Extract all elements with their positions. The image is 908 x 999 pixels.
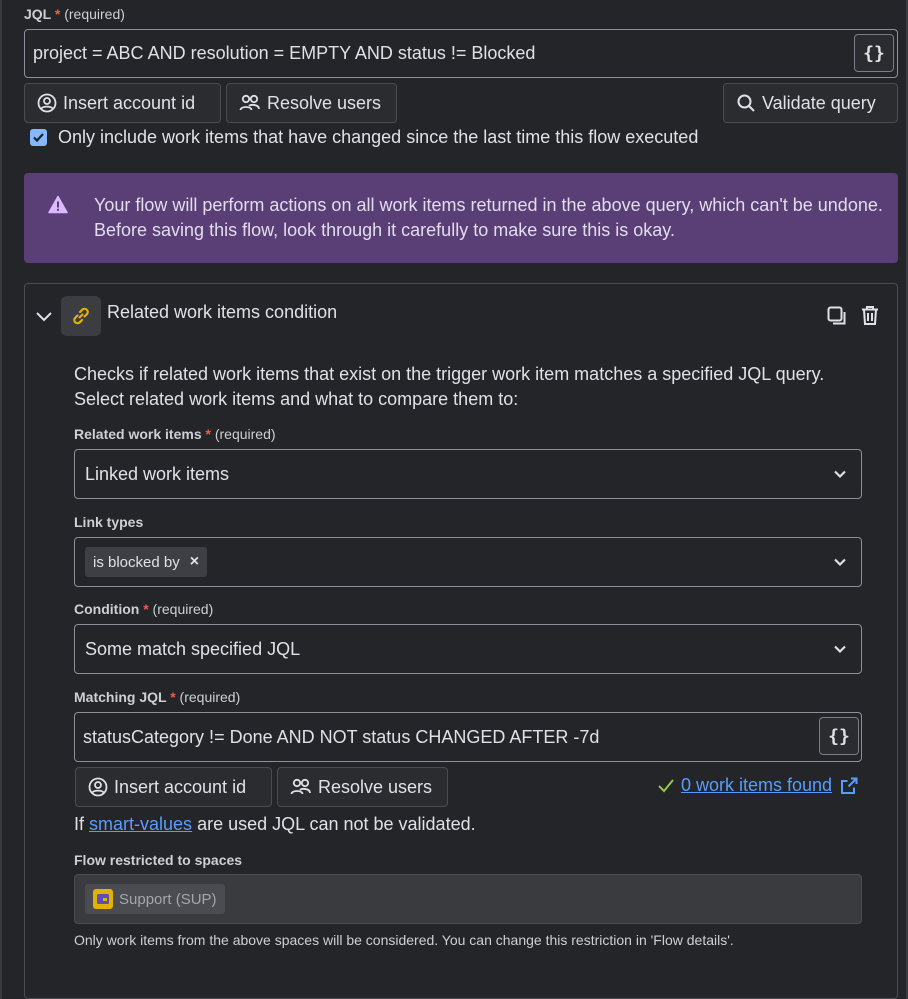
insert-account-id-label: Insert account id	[114, 776, 247, 797]
jql-input[interactable]: project = ABC AND resolution = EMPTY AND…	[24, 29, 898, 78]
chevron-down-icon[interactable]	[35, 309, 53, 323]
braces-icon: {}	[828, 725, 850, 747]
search-icon	[737, 94, 755, 112]
changed-since-checkbox[interactable]	[30, 129, 47, 146]
resolve-users-label: Resolve users	[267, 92, 382, 113]
matching-jql-value: statusCategory != Done AND NOT status CH…	[83, 726, 600, 747]
warning-banner: Your flow will perform actions on all wo…	[24, 173, 898, 263]
smart-values-link[interactable]: smart-values	[89, 814, 192, 834]
check-icon	[658, 778, 674, 792]
matching-jql-input[interactable]: statusCategory != Done AND NOT status CH…	[74, 712, 862, 762]
link-type-tag: is blocked by ×	[85, 547, 208, 577]
copy-icon[interactable]	[827, 306, 847, 326]
link-type-tag-label: is blocked by	[93, 553, 180, 571]
work-items-found: 0 work items found	[657, 775, 858, 796]
space-tag-label: Support (SUP)	[119, 890, 217, 908]
insert-account-id-button[interactable]: Insert account id	[24, 83, 221, 123]
link-icon-tile	[61, 296, 101, 336]
validate-query-button[interactable]: Validate query	[723, 83, 898, 123]
user-circle-icon	[37, 93, 57, 113]
check-icon	[33, 133, 44, 143]
flow-editor-panel: JQL * (required) project = ABC AND resol…	[0, 0, 908, 999]
resolve-users-button[interactable]: Resolve users	[226, 83, 397, 123]
link-types-select[interactable]: is blocked by ×	[74, 537, 862, 587]
condition-value: Some match specified JQL	[85, 638, 301, 659]
chevron-down-icon	[834, 470, 846, 479]
link-icon	[73, 307, 89, 325]
warning-text: Your flow will perform actions on all wo…	[94, 195, 883, 240]
user-circle-icon	[88, 777, 108, 797]
braces-icon: {}	[863, 42, 885, 64]
chevron-down-icon	[834, 645, 846, 654]
jql-input-value: project = ABC AND resolution = EMPTY AND…	[33, 43, 536, 63]
condition-resolve-users-button[interactable]: Resolve users	[277, 767, 448, 807]
jql-format-button[interactable]: {}	[854, 34, 894, 72]
work-items-found-link[interactable]: 0 work items found	[681, 775, 832, 796]
condition-title: Related work items condition	[107, 302, 338, 322]
space-avatar-icon	[93, 889, 113, 909]
condition-insert-account-id-button[interactable]: Insert account id	[75, 767, 272, 807]
remove-tag-icon[interactable]: ×	[190, 553, 199, 571]
external-link-icon[interactable]	[840, 777, 858, 795]
matching-jql-label: Matching JQL * (required)	[74, 689, 241, 705]
flow-restricted-label: Flow restricted to spaces	[74, 852, 243, 868]
chevron-down-icon	[834, 558, 846, 567]
insert-account-id-label: Insert account id	[63, 92, 196, 113]
validate-query-label: Validate query	[762, 92, 876, 113]
restricted-spaces-note: Only work items from the above spaces wi…	[74, 932, 734, 948]
condition-label: Condition * (required)	[74, 601, 214, 617]
related-work-items-value: Linked work items	[85, 463, 230, 484]
warning-icon	[48, 195, 68, 214]
resolve-users-label: Resolve users	[318, 776, 433, 797]
users-icon	[290, 778, 311, 795]
related-work-items-label: Related work items * (required)	[74, 426, 276, 442]
jql-label: JQL * (required)	[24, 6, 125, 22]
space-tag: Support (SUP)	[85, 884, 225, 914]
users-icon	[239, 94, 260, 111]
condition-description: Checks if related work items that exist …	[74, 364, 825, 409]
condition-select[interactable]: Some match specified JQL	[74, 624, 862, 674]
link-types-label: Link types	[74, 514, 144, 530]
matching-jql-format-button[interactable]: {}	[819, 717, 859, 755]
related-work-items-select[interactable]: Linked work items	[74, 449, 862, 499]
changed-since-label: Only include work items that have change…	[58, 127, 699, 147]
trash-icon[interactable]	[861, 305, 879, 326]
smart-values-note: If smart-values are used JQL can not be …	[74, 814, 476, 834]
restricted-spaces-field: Support (SUP)	[74, 874, 862, 924]
